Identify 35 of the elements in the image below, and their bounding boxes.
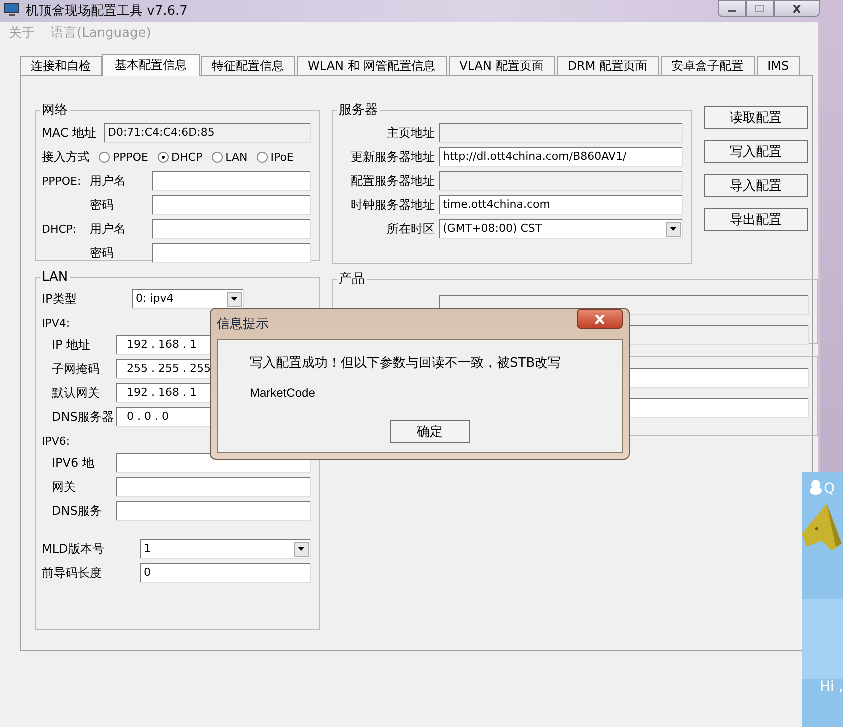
brand-text: Q bbox=[824, 481, 836, 497]
section-label: IPV4: bbox=[42, 316, 70, 332]
field-label: DHCP: bbox=[42, 222, 78, 236]
field-label: 配置服务器地址 bbox=[350, 172, 435, 190]
field-label: 前导码长度 bbox=[42, 564, 103, 582]
field-label: 密码 bbox=[90, 244, 115, 262]
field-label: MAC 地址 bbox=[42, 124, 98, 142]
field-label: 网关 bbox=[52, 478, 77, 496]
field-label: IPV6 地 bbox=[52, 454, 96, 472]
field-label: 时钟服务器地址 bbox=[350, 196, 435, 214]
field-label: 用户名 bbox=[90, 220, 127, 238]
field-label: PPPOE: bbox=[42, 174, 82, 188]
field-label: 接入方式 bbox=[42, 148, 90, 166]
field-label: IP类型 bbox=[42, 290, 78, 308]
field-label: 更新服务器地址 bbox=[350, 148, 435, 166]
field-label: MLD版本号 bbox=[42, 540, 106, 558]
field-label: 主页地址 bbox=[386, 124, 435, 142]
field-label: 所在时区 bbox=[386, 220, 435, 238]
field-label: 用户名 bbox=[90, 172, 127, 190]
field-label: 默认网关 bbox=[52, 384, 101, 402]
group-title: LAN bbox=[41, 270, 70, 285]
dialog-message: 写入配置成功！但以下参数与回读不一致，被STB改写 bbox=[250, 355, 562, 372]
window-title: 机顶盒现场配置工具 v7.6.7 bbox=[26, 3, 188, 20]
field-label: IP 地址 bbox=[52, 336, 92, 354]
dialog-detail: MarketCode bbox=[250, 386, 316, 400]
field-label: DNS服务 bbox=[52, 502, 103, 520]
dialog-title: 信息提示 bbox=[217, 316, 269, 333]
group-title: 服务器 bbox=[338, 102, 379, 119]
field-label: 子网掩码 bbox=[52, 360, 101, 378]
field-label: 密码 bbox=[90, 196, 115, 214]
section-label: IPV6: bbox=[42, 434, 70, 450]
group-title: 网络 bbox=[41, 102, 69, 119]
greeting-text: Hi , bbox=[819, 679, 843, 695]
field-label: DNS服务器 bbox=[52, 408, 112, 426]
group-title: 产品 bbox=[338, 271, 366, 288]
